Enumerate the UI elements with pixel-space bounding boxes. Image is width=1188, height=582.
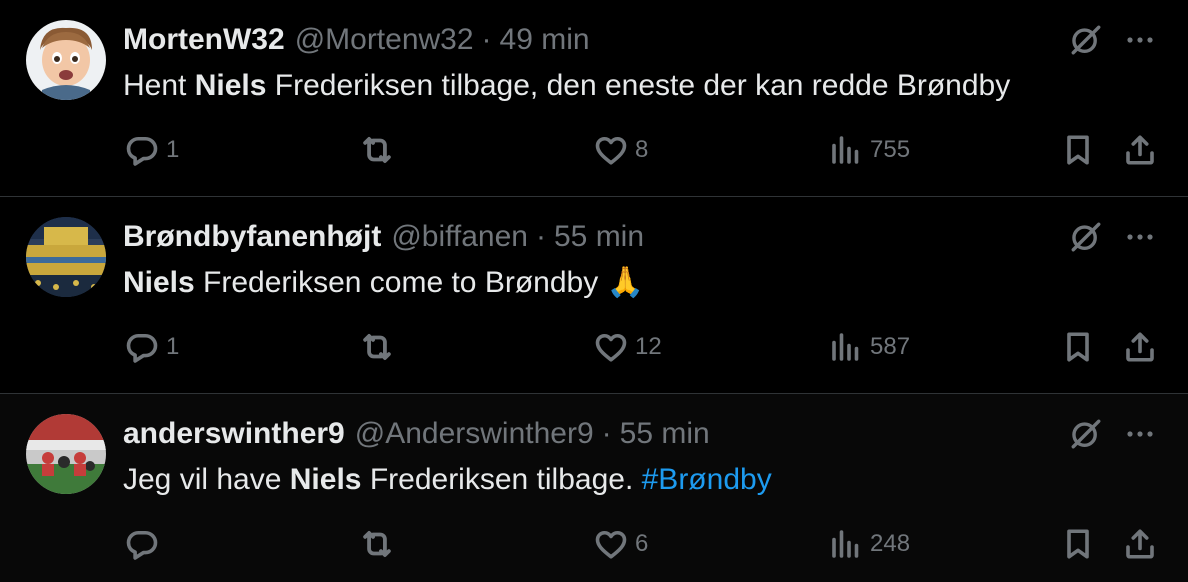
separator-dot: · <box>535 220 546 253</box>
like-count: 8 <box>635 136 649 163</box>
user-handle[interactable]: @Mortenw32 <box>295 20 474 60</box>
hashtag-link[interactable]: #Brøndby <box>642 463 772 496</box>
avatar[interactable] <box>26 217 106 297</box>
timestamp[interactable]: 55 min <box>554 217 644 257</box>
reply-count: 1 <box>166 333 180 360</box>
reply-icon <box>124 132 160 168</box>
view-count: 248 <box>870 530 911 557</box>
separator-dot: · <box>601 417 612 450</box>
more-options-icon[interactable] <box>1122 24 1158 56</box>
share-icon <box>1122 526 1158 562</box>
bookmark-button[interactable] <box>1060 128 1096 172</box>
like-count: 12 <box>635 333 662 360</box>
repost-button[interactable] <box>358 522 402 566</box>
like-count: 6 <box>635 530 649 557</box>
text-segment: Hent <box>123 69 195 102</box>
text-segment: Jeg vil have <box>123 463 290 496</box>
grok-icon[interactable] <box>1068 416 1104 452</box>
like-icon <box>593 329 629 365</box>
share-button[interactable] <box>1122 325 1158 369</box>
avatar-cartoon-boy-image <box>26 20 106 100</box>
repost-icon <box>358 131 396 169</box>
highlighted-term: Niels <box>289 463 362 496</box>
reply-button[interactable]: 1 <box>124 128 179 172</box>
more-options-icon[interactable] <box>1122 418 1158 450</box>
reply-button[interactable] <box>124 522 166 566</box>
reply-button[interactable]: 1 <box>124 325 179 369</box>
bookmark-icon <box>1060 329 1096 365</box>
views-icon <box>828 329 864 365</box>
like-icon <box>593 526 629 562</box>
highlighted-term: Niels <box>123 266 195 299</box>
bookmark-icon <box>1060 526 1096 562</box>
tweet-3[interactable]: anderswinther9 @Anderswinther9 · 55 min … <box>0 394 1188 582</box>
grok-icon[interactable] <box>1068 219 1104 255</box>
display-name[interactable]: MortenW32 <box>123 20 285 60</box>
text-segment: Frederiksen come to Brøndby <box>194 266 607 299</box>
repost-icon <box>358 525 396 563</box>
repost-button[interactable] <box>358 128 402 172</box>
separator-dot: · <box>481 23 492 56</box>
timestamp[interactable]: 49 min <box>500 20 590 60</box>
grok-icon[interactable] <box>1068 22 1104 58</box>
bookmark-button[interactable] <box>1060 522 1096 566</box>
share-button[interactable] <box>1122 128 1158 172</box>
tweet-text: Niels Frederiksen come to Brøndby 🙏 <box>123 261 644 305</box>
share-icon <box>1122 329 1158 365</box>
action-bar: 1 8 755 <box>0 128 1188 172</box>
bookmark-icon <box>1060 132 1096 168</box>
like-icon <box>593 132 629 168</box>
views-button[interactable]: 755 <box>828 128 910 172</box>
user-handle[interactable]: @biffanen <box>391 217 528 257</box>
share-button[interactable] <box>1122 522 1158 566</box>
share-icon <box>1122 132 1158 168</box>
like-button[interactable]: 6 <box>593 522 648 566</box>
tweet-1[interactable]: MortenW32 @Mortenw32 · 49 min Hent Niels… <box>0 0 1188 197</box>
tweet-text: Jeg vil have Niels Frederiksen tilbage. … <box>123 458 772 502</box>
more-options-icon[interactable] <box>1122 221 1158 253</box>
tweet-text: Hent Niels Frederiksen tilbage, den enes… <box>123 64 1010 108</box>
avatar-stadium-crowd-image <box>26 217 106 297</box>
view-count: 587 <box>870 333 911 360</box>
views-icon <box>828 526 864 562</box>
avatar[interactable] <box>26 414 106 494</box>
avatar-football-celebration-image <box>26 414 106 494</box>
text-segment: Frederiksen tilbage. <box>361 463 642 496</box>
view-count: 755 <box>870 136 911 163</box>
text-segment: Frederiksen tilbage, den eneste der kan … <box>266 69 1011 102</box>
avatar[interactable] <box>26 20 106 100</box>
bookmark-button[interactable] <box>1060 325 1096 369</box>
tweet-2[interactable]: Brøndbyfanenhøjt @biffanen · 55 min Niel… <box>0 197 1188 394</box>
display-name[interactable]: Brøndbyfanenhøjt <box>123 217 381 257</box>
repost-button[interactable] <box>358 325 402 369</box>
highlighted-term: Niels <box>194 69 267 102</box>
reply-icon <box>124 526 160 562</box>
action-bar: 6 248 <box>0 522 1188 566</box>
reply-icon <box>124 329 160 365</box>
repost-icon <box>358 328 396 366</box>
views-button[interactable]: 587 <box>828 325 910 369</box>
like-button[interactable]: 12 <box>593 325 662 369</box>
like-button[interactable]: 8 <box>593 128 648 172</box>
user-handle[interactable]: @Anderswinther9 <box>355 414 594 454</box>
display-name[interactable]: anderswinther9 <box>123 414 345 454</box>
reply-count: 1 <box>166 136 180 163</box>
views-icon <box>828 132 864 168</box>
timestamp[interactable]: 55 min <box>620 414 710 454</box>
folded-hands-emoji: 🙏 <box>606 266 644 299</box>
action-bar: 1 12 587 <box>0 325 1188 369</box>
views-button[interactable]: 248 <box>828 522 910 566</box>
